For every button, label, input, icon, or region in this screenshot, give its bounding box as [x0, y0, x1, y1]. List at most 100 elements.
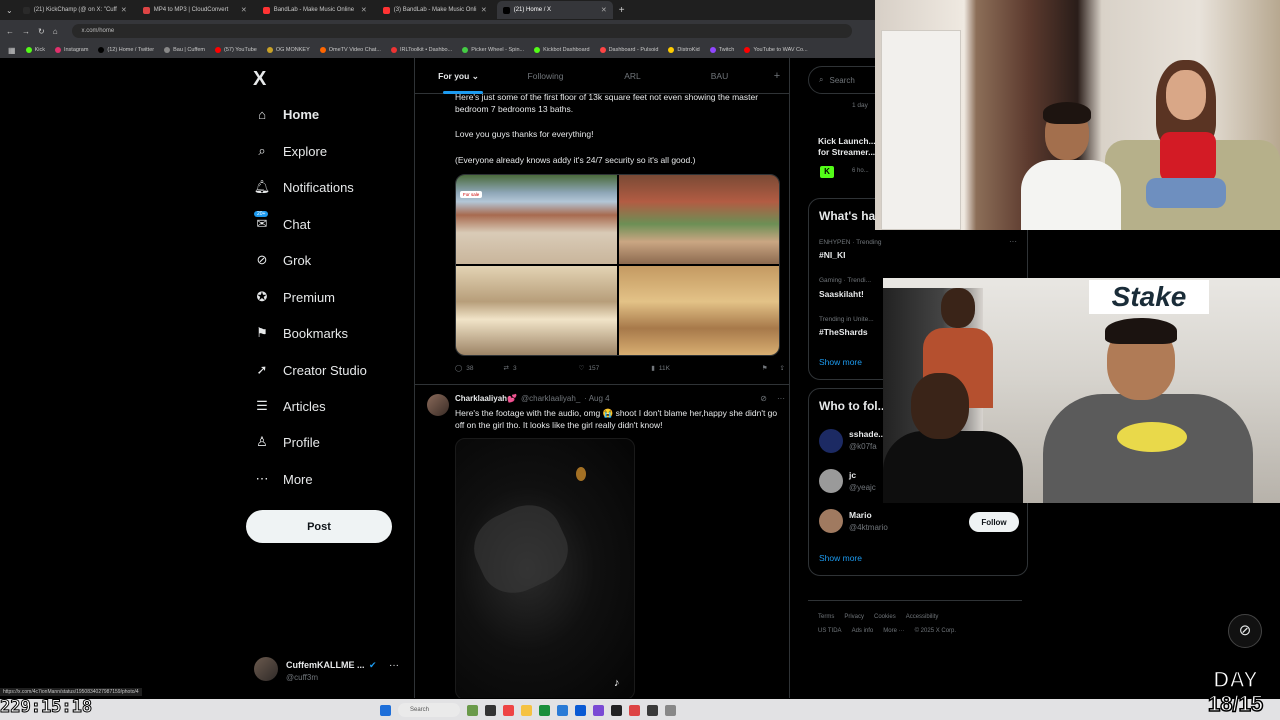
house-photo[interactable]: For sale	[456, 175, 617, 264]
post-media-grid[interactable]: For sale	[455, 174, 780, 356]
add-tab-icon[interactable]: +	[763, 58, 789, 94]
tab-list-icon[interactable]: ⌄	[6, 6, 13, 15]
tab-bau[interactable]: BAU	[676, 58, 763, 94]
bookmark-item[interactable]: (12) Home / Twitter	[98, 47, 154, 53]
sidebar-item-notifications[interactable]: 🔔︎ Notifications	[254, 179, 354, 195]
post-author-handle[interactable]: @charklaaliyah_	[521, 394, 580, 403]
obs-icon[interactable]	[611, 704, 622, 716]
close-tab-icon[interactable]: ✕	[121, 6, 127, 14]
house-photo[interactable]	[618, 175, 779, 264]
house-photo[interactable]	[456, 266, 617, 355]
chrome-icon[interactable]	[539, 704, 550, 716]
sidebar-item-profile[interactable]: ♙ Profile	[254, 434, 320, 450]
bookmark-item[interactable]: Kickbot Dashboard	[534, 47, 590, 53]
bookmark-item[interactable]: Instagram	[54, 47, 88, 53]
sidebar-item-grok[interactable]: ⊘ Grok	[254, 252, 312, 268]
apps-icon[interactable]: ▦	[8, 46, 16, 55]
sidebar-item-home[interactable]: ⌂ Home	[254, 106, 319, 122]
close-tab-icon[interactable]: ✕	[241, 6, 247, 14]
account-switcher[interactable]: CuffemKALLME ... ✔ @cuff3m	[254, 655, 377, 682]
url-field[interactable]: x.com/home	[71, 24, 852, 38]
footer-link[interactable]: Ads info	[852, 628, 874, 634]
browser-tab[interactable]: (3) BandLab - Make Music Onli ✕	[377, 1, 493, 19]
x-logo[interactable]: X	[253, 68, 266, 91]
new-tab-icon[interactable]: +	[619, 5, 625, 16]
settings-icon[interactable]	[665, 704, 676, 716]
like-button[interactable]: ♡ 157	[579, 364, 600, 373]
sidebar-item-more[interactable]: ⋯ More	[254, 471, 313, 487]
taskbar-search[interactable]: Search	[398, 703, 460, 717]
bookmark-item[interactable]: Picker Wheel - Spin...	[462, 47, 524, 53]
back-icon[interactable]: ←	[6, 27, 14, 36]
footer-link[interactable]: Privacy	[844, 614, 864, 620]
trend-item[interactable]: #TheShards	[819, 327, 868, 337]
share-icon[interactable]: ⇪	[780, 364, 785, 372]
bookmark-item[interactable]: Kick	[25, 47, 45, 53]
app-icon[interactable]	[575, 704, 586, 716]
show-more-link[interactable]: Show more	[819, 357, 862, 367]
start-icon[interactable]	[380, 704, 391, 716]
close-tab-icon[interactable]: ✕	[601, 6, 607, 14]
follow-button[interactable]: Follow	[969, 512, 1019, 532]
task-view-icon[interactable]	[485, 704, 496, 716]
avatar[interactable]	[819, 469, 843, 493]
bookmark-item[interactable]: Twitch	[709, 47, 734, 53]
suggestion-name[interactable]: jc	[849, 470, 856, 480]
footer-link[interactable]: More ···	[883, 628, 904, 634]
post-button[interactable]: Post	[246, 510, 392, 543]
house-photo[interactable]	[618, 266, 779, 355]
browser-tab[interactable]: MP4 to MP3 | CloudConvert ✕	[137, 1, 253, 19]
app-icon[interactable]	[503, 704, 514, 716]
tab-arl[interactable]: ARL	[589, 58, 676, 94]
footer-link[interactable]: Terms	[818, 614, 834, 620]
widgets-icon[interactable]	[467, 704, 478, 716]
bookmark-item[interactable]: Dashboard - Pulsoid	[599, 47, 658, 53]
tab-for-you[interactable]: For you ⌄	[415, 58, 502, 94]
bookmark-item[interactable]: (57) YouTube	[215, 47, 257, 53]
avatar[interactable]	[427, 394, 449, 416]
bookmark-item[interactable]: OmeTV Video Chat...	[319, 47, 381, 53]
reply-button[interactable]: ◯ 38	[455, 364, 474, 373]
account-more-icon[interactable]: ···	[389, 660, 399, 671]
browser-tab[interactable]: (21) KickChamp (@ on X: "Cuff ✕	[17, 1, 133, 19]
grok-icon[interactable]: ⊘	[760, 394, 767, 403]
sidebar-item-explore[interactable]: ⌕ Explore	[254, 143, 327, 159]
bookmark-item[interactable]: OG MONKEY	[266, 47, 310, 53]
home-icon[interactable]: ⌂	[53, 27, 58, 36]
views-button[interactable]: ▮ 11K	[651, 364, 670, 373]
sidebar-item-articles[interactable]: ☰ Articles	[254, 398, 325, 414]
show-more-link[interactable]: Show more	[819, 553, 862, 563]
bookmark-item[interactable]: Bau | Cuffem	[164, 47, 205, 53]
bookmark-item[interactable]: YouTube to WAV Co...	[744, 47, 808, 53]
tab-following[interactable]: Following	[502, 58, 589, 94]
post-video[interactable]: ♪	[455, 438, 635, 698]
post-date[interactable]: · Aug 4	[584, 394, 609, 403]
avatar[interactable]	[819, 509, 843, 533]
forward-icon[interactable]: →	[22, 27, 30, 36]
repost-button[interactable]: ⇄ 3	[504, 364, 517, 373]
post-author-name[interactable]: Charklaaliyah💕	[455, 394, 517, 403]
suggestion-name[interactable]: sshade...	[849, 429, 885, 439]
avatar[interactable]	[819, 429, 843, 453]
grok-fab-icon[interactable]: ⊘	[1228, 614, 1262, 648]
bookmark-icon[interactable]: ⚑	[762, 364, 768, 372]
suggestion-name[interactable]: Mario	[849, 510, 872, 520]
app-icon[interactable]	[629, 704, 640, 716]
sidebar-item-premium[interactable]: ✪ Premium	[254, 289, 335, 305]
reload-icon[interactable]: ↻	[38, 27, 45, 36]
footer-link[interactable]: Accessibility	[906, 614, 939, 620]
more-icon[interactable]: ···	[777, 394, 785, 403]
browser-tab[interactable]: BandLab - Make Music Online ✕	[257, 1, 373, 19]
close-tab-icon[interactable]: ✕	[481, 6, 487, 14]
trend-more-icon[interactable]: ···	[1009, 237, 1017, 246]
sidebar-item-creator-studio[interactable]: ➚ Creator Studio	[254, 362, 367, 378]
trend-item[interactable]: #NI_KI	[819, 250, 845, 260]
sidebar-item-bookmarks[interactable]: ⚑ Bookmarks	[254, 325, 348, 341]
close-tab-icon[interactable]: ✕	[361, 6, 367, 14]
live-card[interactable]: 1 day Kick Launch... for Streamer... K 6…	[808, 94, 878, 190]
bookmark-item[interactable]: IRLToolkit • Dashbo...	[390, 47, 452, 53]
discord-icon[interactable]	[593, 704, 604, 716]
sidebar-item-chat[interactable]: ✉ 20+ Chat	[254, 211, 310, 232]
folder-icon[interactable]	[521, 704, 532, 716]
bookmark-item[interactable]: DistroKid	[668, 47, 700, 53]
